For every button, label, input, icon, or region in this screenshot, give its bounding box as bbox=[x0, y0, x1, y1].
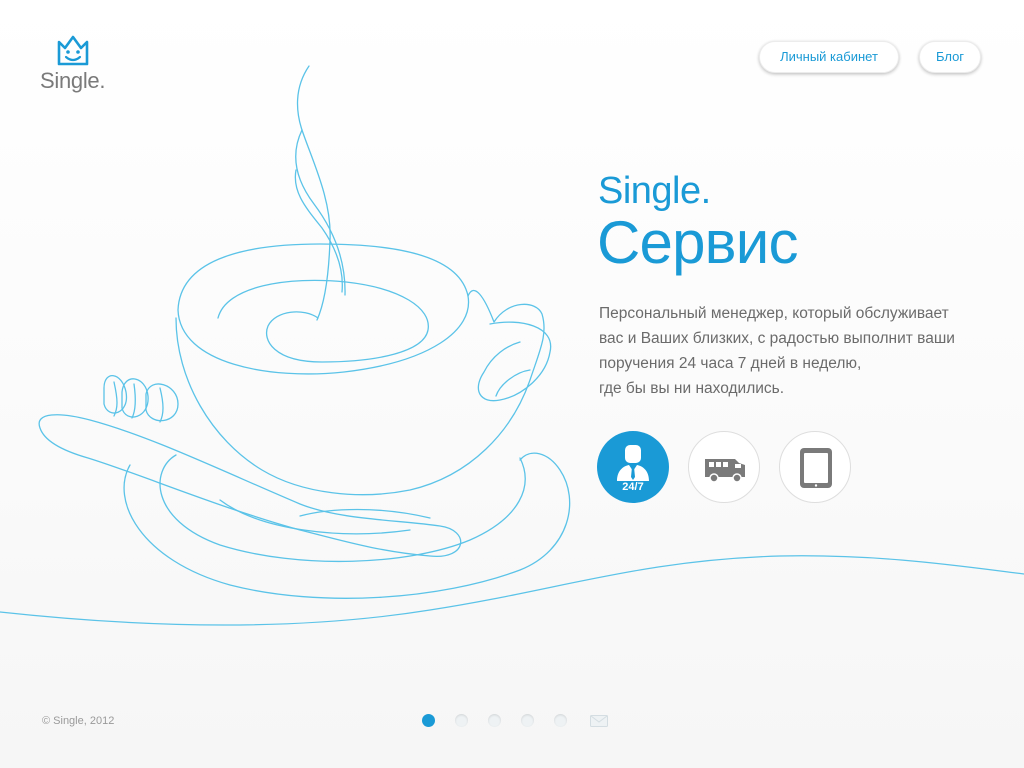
pager-dot-2[interactable] bbox=[455, 714, 468, 727]
hero-description: Персональный менеджер, который обслужива… bbox=[599, 301, 979, 401]
saucer-rim bbox=[219, 499, 411, 535]
coffee-bean bbox=[131, 383, 136, 419]
coffee-bean bbox=[159, 387, 164, 423]
service-tablet-button[interactable] bbox=[779, 431, 851, 503]
pager-dot-3[interactable] bbox=[488, 714, 501, 727]
cup-handle bbox=[477, 321, 552, 402]
coffee-bean bbox=[103, 375, 128, 414]
coffee-swirl bbox=[217, 279, 429, 363]
spoon bbox=[38, 414, 462, 557]
pager-dot-4[interactable] bbox=[521, 714, 534, 727]
saucer-inner bbox=[159, 454, 526, 563]
delivery-van-icon bbox=[705, 459, 745, 483]
service-delivery-button[interactable] bbox=[688, 431, 760, 503]
hero-title-small: Single. bbox=[598, 170, 711, 212]
tablet-icon bbox=[800, 448, 832, 488]
saucer bbox=[123, 452, 571, 599]
wave-line bbox=[0, 555, 1024, 626]
hero-title: Сервис bbox=[597, 209, 798, 276]
service-personal-manager-button[interactable]: 24/7 bbox=[597, 431, 669, 503]
envelope-icon[interactable] bbox=[590, 715, 608, 727]
pager-dot-5[interactable] bbox=[554, 714, 567, 727]
description-line: вас и Ваших близких, с радостью выполнит… bbox=[599, 330, 955, 347]
description-line: Персональный менеджер, который обслужива… bbox=[599, 305, 949, 322]
pager-dot-1[interactable] bbox=[422, 714, 435, 727]
description-line: где бы вы ни находились. bbox=[599, 380, 785, 397]
steam-line bbox=[295, 129, 346, 296]
steam-line bbox=[294, 169, 343, 293]
coffee-bean bbox=[113, 381, 118, 417]
steam-line bbox=[296, 65, 331, 321]
cup-body bbox=[175, 289, 545, 496]
service-badge: 24/7 bbox=[622, 481, 644, 493]
description-line: поручения 24 часа 7 дней в неделю, bbox=[599, 355, 862, 372]
copyright: © Single, 2012 bbox=[42, 715, 115, 727]
